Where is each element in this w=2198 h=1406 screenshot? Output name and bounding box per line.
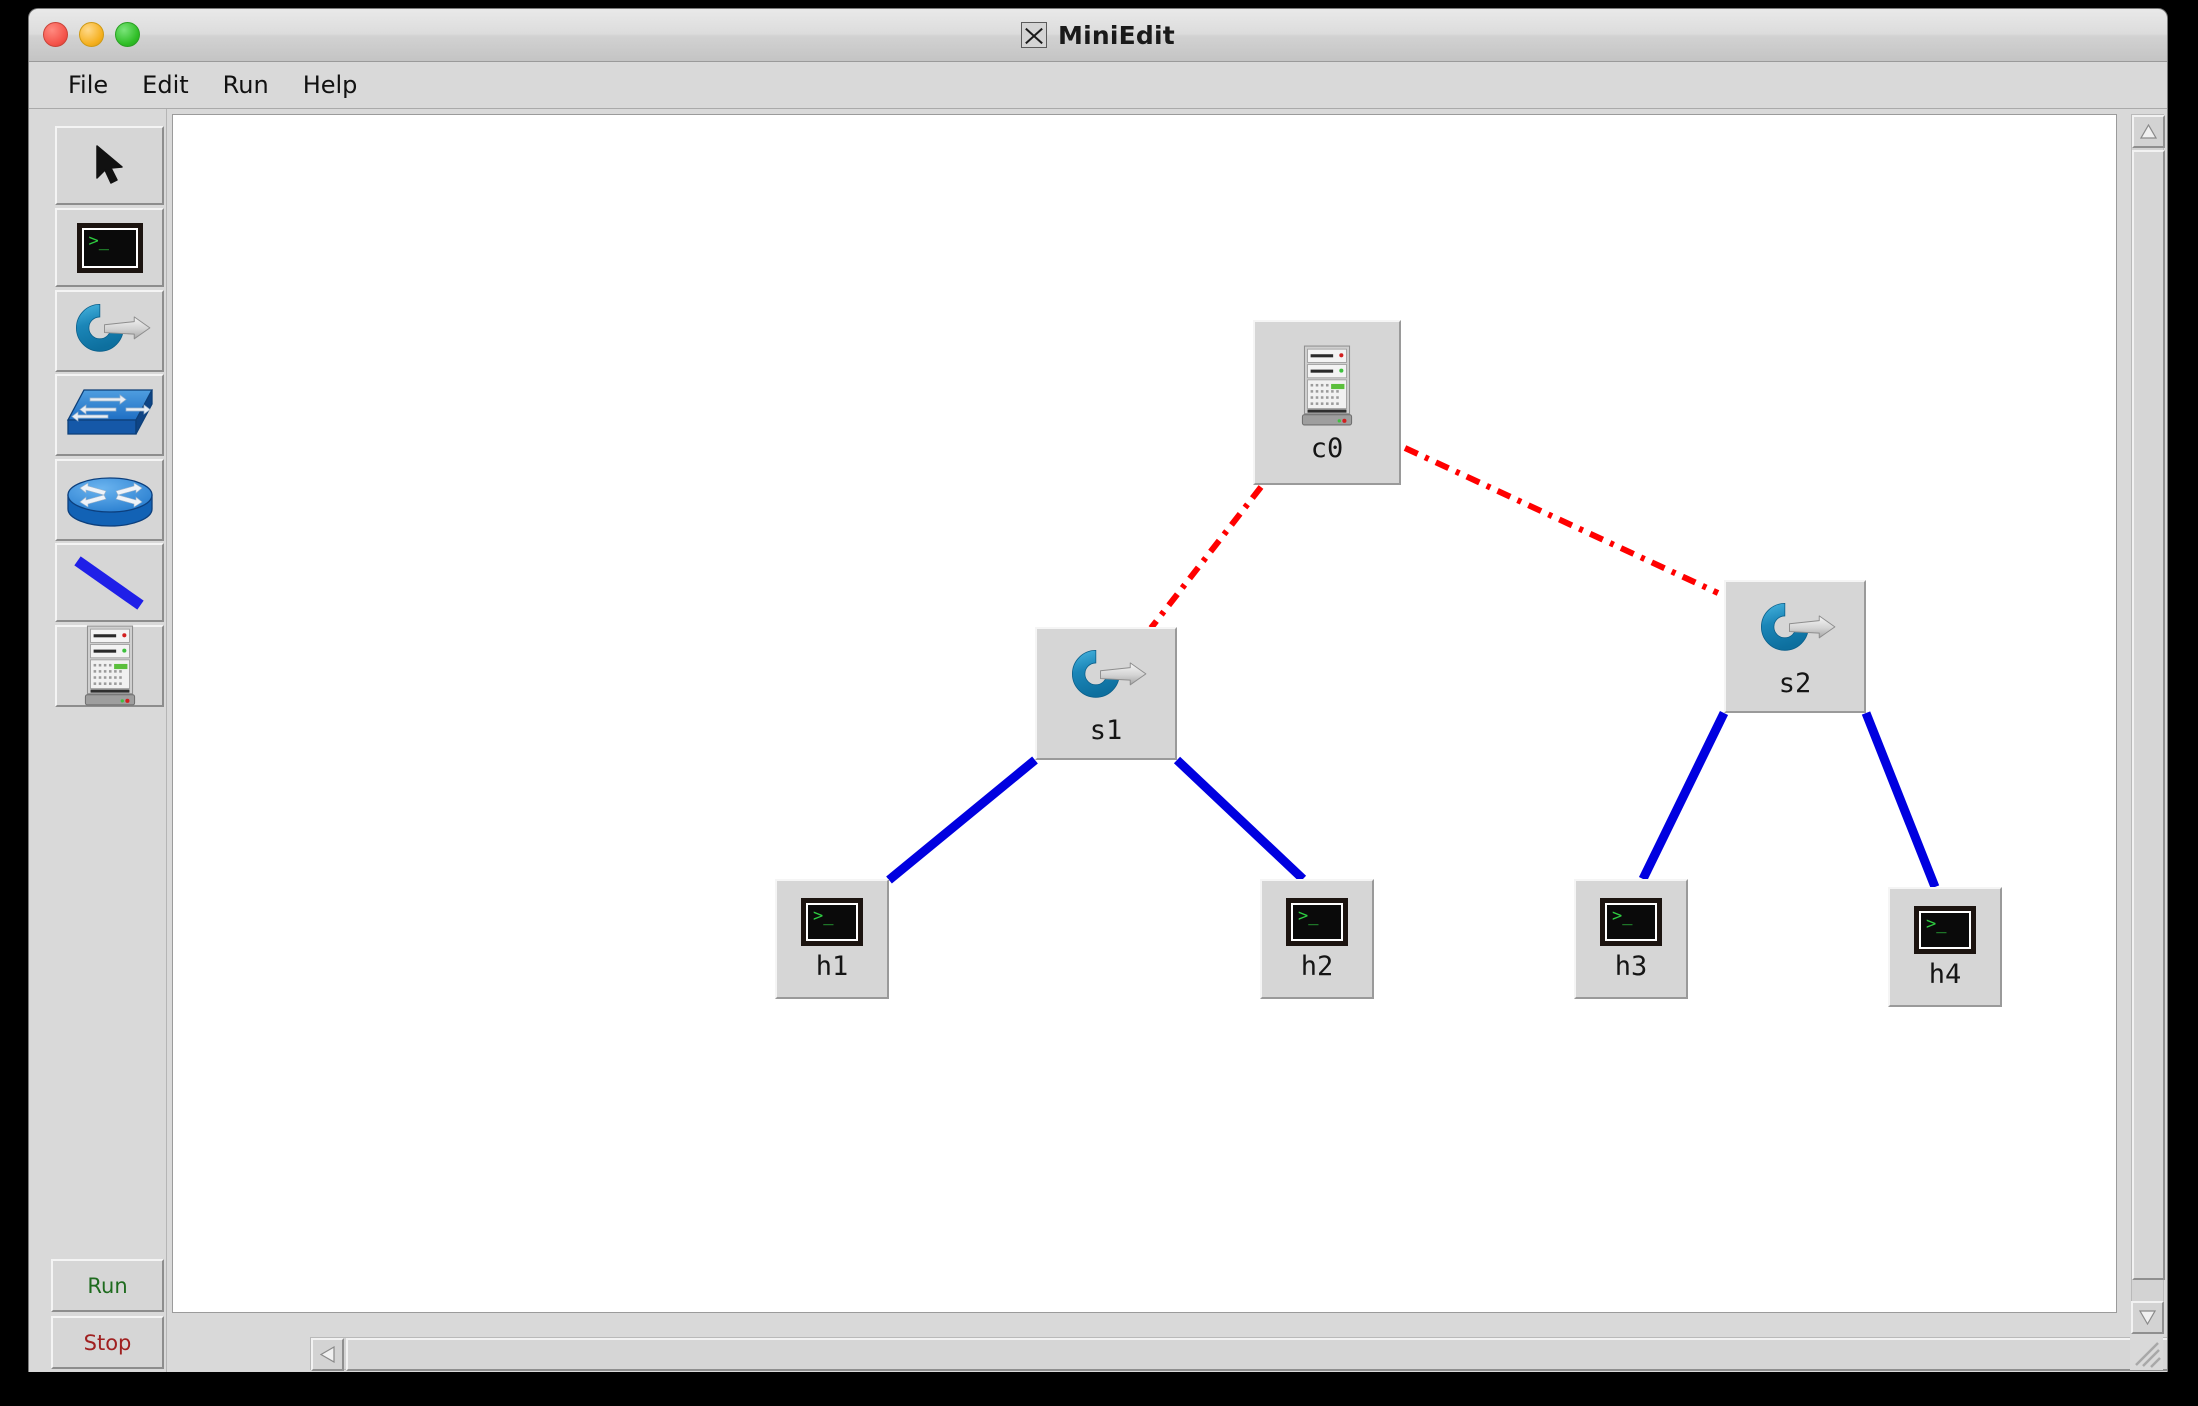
menu-run[interactable]: Run [206,67,286,103]
link-s2-h4[interactable] [1861,711,1940,889]
menubar: File Edit Run Help [29,62,2167,109]
terminal-prompt-glyph: >_ [1926,914,1947,934]
node-label-c0: c0 [1310,432,1344,464]
scroll-up-arrow[interactable] [2132,115,2165,148]
controller-tool[interactable] [55,625,164,707]
x11-icon [1021,22,1048,48]
link-s1-h1[interactable] [886,756,1038,884]
openvswitch-icon [75,304,150,352]
scroll-left-arrow[interactable] [311,1338,344,1371]
horizontal-scrollbar[interactable] [310,1337,2167,1371]
node-h2[interactable]: >_ h2 [1260,879,1374,999]
node-c0[interactable]: c0 [1253,320,1401,485]
select-tool[interactable] [55,126,164,205]
horizontal-scroll-thumb[interactable] [346,1338,2167,1371]
openvswitch-icon [1761,602,1836,651]
window-titlebar: MiniEdit [29,9,2167,62]
screen: MiniEdit File Edit Run Help >_ Run Stop … [0,0,2198,1406]
node-label-h2: h2 [1300,951,1334,982]
host-tool[interactable]: >_ [55,208,164,287]
window-title: MiniEdit [1058,20,1175,50]
canvas-area: c0 s1 s2 >_ h1 >_ h2 >_ h3 >_ h4 [167,109,2167,1372]
terminal-icon: >_ [1286,898,1348,946]
node-s1[interactable]: s1 [1035,627,1177,760]
link-tool[interactable] [55,543,164,622]
vertical-scrollbar[interactable] [2131,114,2165,1314]
resize-grip-icon [2135,1342,2161,1368]
node-h4[interactable]: >_ h4 [1888,887,2002,1007]
tool-palette: >_ Run Stop [29,109,167,1372]
link-s2-h3[interactable] [1638,711,1729,881]
stop-button[interactable]: Stop [51,1316,164,1369]
miniedit-window: MiniEdit File Edit Run Help >_ Run Stop … [28,8,2168,1372]
terminal-icon: >_ [1600,898,1662,946]
node-label-h3: h3 [1614,951,1648,982]
node-label-h4: h4 [1928,959,1962,990]
node-h1[interactable]: >_ h1 [775,879,889,999]
window-title-group: MiniEdit [29,9,2167,61]
vertical-scroll-thumb[interactable] [2132,150,2165,1280]
server-icon [84,625,135,706]
terminal-icon: >_ [801,898,863,946]
openvswitch-icon [1072,649,1147,698]
legacy-router-tool[interactable] [55,459,164,541]
node-s2[interactable]: s2 [1724,580,1866,713]
terminal-icon: >_ [76,222,143,273]
scroll-down-arrow[interactable] [2131,1301,2164,1334]
switch-tool[interactable] [55,290,164,372]
terminal-prompt-glyph: >_ [88,230,109,251]
chevron-left-icon [320,1346,335,1363]
terminal-prompt-glyph: >_ [813,906,834,926]
menu-file[interactable]: File [51,67,125,103]
terminal-prompt-glyph: >_ [1612,906,1633,926]
link-line-icon [73,555,144,610]
node-h3[interactable]: >_ h3 [1574,879,1688,999]
terminal-icon: >_ [1914,906,1976,954]
window-body: >_ Run Stop c0 s1 s2 >_ h1 >_ h2 >_ h3 >… [29,109,2167,1372]
chevron-down-icon [2139,1310,2156,1325]
topology-canvas[interactable]: c0 s1 s2 >_ h1 >_ h2 >_ h3 >_ h4 [172,114,2117,1313]
terminal-prompt-glyph: >_ [1298,906,1319,926]
menu-help[interactable]: Help [286,67,375,103]
chevron-up-icon [2140,124,2157,139]
node-label-s1: s1 [1089,714,1123,746]
node-label-s2: s2 [1778,667,1812,699]
link-s1-h2[interactable] [1173,756,1307,883]
resize-grip[interactable] [2130,1337,2163,1370]
run-button[interactable]: Run [51,1259,164,1312]
link-c0-s1[interactable] [1148,485,1264,630]
server-icon [1301,345,1353,425]
legacy-switch-icon [66,389,153,435]
cursor-arrow-icon [95,144,123,184]
menu-edit[interactable]: Edit [125,67,205,103]
link-c0-s2[interactable] [1403,445,1720,596]
legacy-switch-tool[interactable] [55,374,164,456]
node-label-h1: h1 [815,951,849,982]
legacy-router-icon [66,477,153,527]
